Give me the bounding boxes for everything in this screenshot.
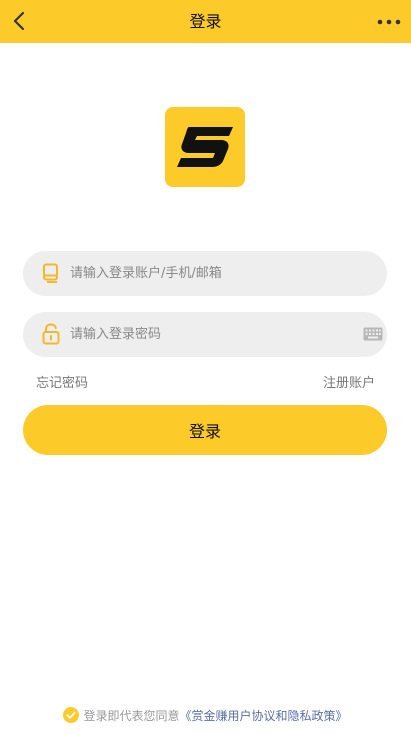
account-field <box>23 251 387 296</box>
check-circle-icon[interactable] <box>63 707 80 723</box>
more-dots-icon <box>377 19 401 25</box>
agreement-row: 登录即代表您同意 《赏金赚用户协议和隐私政策》 <box>0 706 411 724</box>
nav-bar: 登录 <box>0 0 411 43</box>
keyboard-icon[interactable] <box>363 326 383 342</box>
account-book-icon <box>40 262 62 284</box>
login-button[interactable]: 登录 <box>23 405 387 455</box>
unlock-icon <box>40 323 62 345</box>
account-input[interactable] <box>70 251 340 296</box>
register-link[interactable]: 注册账户 <box>323 372 375 391</box>
password-field <box>23 312 387 357</box>
page-title: 登录 <box>189 12 222 31</box>
forgot-password-link[interactable]: 忘记密码 <box>36 372 88 391</box>
more-button[interactable] <box>375 8 403 36</box>
password-input[interactable] <box>70 312 340 357</box>
logo-s-mark <box>177 127 233 167</box>
agreement-text: 登录即代表您同意 <box>83 708 180 723</box>
app-logo <box>165 107 245 187</box>
policy-link[interactable]: 《赏金赚用户协议和隐私政策》 <box>180 707 348 724</box>
